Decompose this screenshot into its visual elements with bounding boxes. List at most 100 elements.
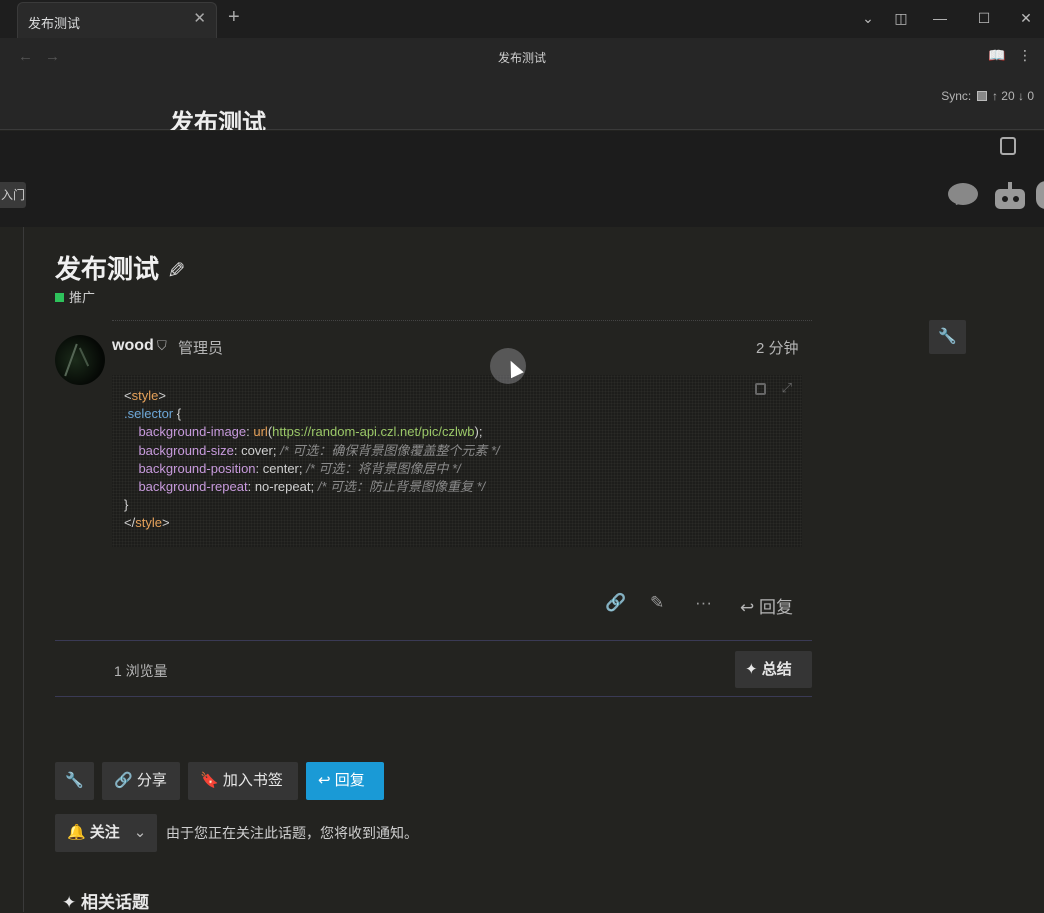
code-token: > bbox=[161, 515, 170, 531]
code-token: style bbox=[131, 388, 159, 403]
link-icon[interactable]: 🔗 bbox=[605, 593, 626, 613]
code-token: < bbox=[124, 388, 132, 403]
sync-down-count: ↓ 0 bbox=[1017, 89, 1034, 103]
post-reply-label: 回复 bbox=[758, 598, 793, 617]
code-token: background-position bbox=[138, 460, 256, 476]
post-date[interactable]: 2 分钟 bbox=[756, 337, 799, 358]
post-username[interactable]: wood bbox=[112, 337, 154, 355]
code-token: background-size bbox=[138, 442, 234, 458]
plugin-icon[interactable] bbox=[1000, 137, 1016, 155]
category-badge[interactable]: 推广 bbox=[55, 287, 95, 306]
edit-pencil-icon[interactable]: ✎ bbox=[650, 593, 664, 613]
link-icon: 🔗 bbox=[114, 772, 133, 789]
code-token: https://random-api.czl.net/pic/czlwb bbox=[272, 424, 475, 440]
code-token: : cover; bbox=[233, 442, 281, 458]
code-token: /* 可选：将背景图像居中 */ bbox=[306, 460, 461, 476]
bookmark-button[interactable]: 🔖 加入书签 bbox=[188, 762, 298, 800]
admin-wrench-button[interactable]: 🔧 bbox=[55, 762, 94, 800]
code-token: /* 可选：防止背景图像重复 */ bbox=[317, 479, 486, 495]
divider bbox=[112, 320, 812, 321]
wrench-icon: 🔧 bbox=[65, 772, 84, 789]
code-token: url bbox=[253, 424, 268, 440]
note-title: 发布测试 bbox=[497, 51, 546, 65]
code-token: background-repeat bbox=[138, 479, 248, 495]
sync-status: Sync: ↑ 20 ↓ 0 bbox=[941, 89, 1034, 103]
category-name: 推广 bbox=[69, 290, 96, 305]
divider bbox=[23, 227, 24, 912]
code-block: <style> .selector { background-image: ur… bbox=[112, 375, 802, 547]
chat-icon[interactable] bbox=[948, 183, 978, 205]
fullscreen-code-icon[interactable]: ⤢ bbox=[782, 380, 792, 396]
tab-close-icon[interactable]: ✕ bbox=[193, 11, 206, 27]
code-token: </ bbox=[124, 515, 136, 531]
code-token: style bbox=[135, 515, 162, 531]
reply-label: 回复 bbox=[334, 772, 365, 789]
sparkle-icon: ✦ bbox=[62, 893, 77, 912]
getting-started-button[interactable]: 入门 bbox=[0, 182, 26, 208]
code-token: : center; bbox=[255, 460, 307, 476]
summarize-label: 总结 bbox=[761, 661, 792, 678]
code-token: { bbox=[173, 406, 182, 422]
more-options-icon[interactable]: ⋮ bbox=[1018, 47, 1032, 64]
reply-arrow-icon: ↩ bbox=[318, 772, 331, 789]
share-button[interactable]: 🔗 分享 bbox=[102, 762, 180, 800]
avatar[interactable] bbox=[55, 335, 105, 385]
bookmark-icon: 🔖 bbox=[200, 772, 219, 789]
tab-bar: 发布测试 ✕ + ⌄ ◫ — ☐ ✕ bbox=[0, 0, 1044, 38]
notification-level: 关注 bbox=[89, 824, 120, 841]
category-color-swatch bbox=[55, 293, 64, 302]
reply-arrow-icon: ↩ bbox=[740, 598, 755, 617]
view-count: 1 浏览量 bbox=[114, 663, 168, 679]
code-content: <style> .selector { background-image: ur… bbox=[124, 387, 500, 533]
copy-code-icon[interactable] bbox=[755, 383, 766, 395]
new-tab-button[interactable]: + bbox=[228, 6, 240, 28]
chevron-down-icon[interactable]: ⌄ bbox=[858, 8, 878, 28]
share-label: 分享 bbox=[136, 772, 167, 789]
summarize-button[interactable]: ✦ 总结 bbox=[735, 651, 812, 688]
note-heading: 发布测试 bbox=[170, 110, 266, 130]
tab-active[interactable]: 发布测试 ✕ bbox=[17, 2, 217, 38]
topic-title-text: 发布测试 bbox=[55, 254, 160, 284]
code-token: } bbox=[124, 497, 129, 513]
more-actions-icon[interactable]: ··· bbox=[695, 593, 712, 613]
user-title: 管理员 bbox=[178, 340, 224, 357]
reading-view-icon[interactable]: 📖 bbox=[988, 47, 1005, 64]
related-title: 相关话题 bbox=[80, 893, 149, 912]
maximize-icon[interactable]: ☐ bbox=[974, 8, 994, 28]
shield-icon: ⛉ bbox=[157, 338, 167, 353]
topic-title[interactable]: 发布测试 ✎ bbox=[55, 249, 185, 286]
close-window-icon[interactable]: ✕ bbox=[1016, 8, 1036, 28]
code-token: /* 可选：确保背景图像覆盖整个元素 */ bbox=[280, 442, 500, 458]
notification-description: 由于您正在关注此话题，您将收到通知。 bbox=[166, 825, 418, 841]
divider bbox=[55, 696, 812, 697]
wrench-icon: 🔧 bbox=[938, 328, 957, 345]
sparkle-icon: ✦ bbox=[745, 661, 758, 678]
code-token: : no-repeat; bbox=[247, 479, 318, 495]
related-topics-heading: ✦ 相关话题 bbox=[62, 888, 149, 913]
ai-bot-icon[interactable] bbox=[993, 181, 1027, 209]
sync-label: Sync: bbox=[941, 89, 972, 103]
tab-title: 发布测试 bbox=[28, 16, 81, 31]
site-header: 入门 bbox=[0, 131, 1044, 227]
reply-button[interactable]: ↩ 回复 bbox=[306, 762, 384, 800]
divider bbox=[55, 640, 812, 641]
code-token: .selector bbox=[124, 406, 174, 422]
sidebar-toggle-icon[interactable]: ◫ bbox=[891, 8, 911, 28]
topic-admin-wrench-button[interactable]: 🔧 bbox=[929, 320, 966, 354]
edit-pencil-icon[interactable]: ✎ bbox=[167, 258, 185, 284]
bookmark-label: 加入书签 bbox=[222, 772, 283, 789]
post-reply-button[interactable]: ↩ 回复 bbox=[740, 593, 793, 618]
notification-level-dropdown[interactable]: 🔔 关注 ⌄ bbox=[55, 814, 157, 852]
chevron-down-icon: ⌄ bbox=[133, 824, 147, 841]
nav-bar: ← → 发布测试 📖 ⋮ bbox=[0, 38, 1044, 76]
note-header: Sync: ↑ 20 ↓ 0 发布测试 bbox=[0, 76, 1044, 130]
sync-up-count: ↑ 20 bbox=[991, 89, 1015, 103]
user-avatar-icon[interactable] bbox=[1036, 181, 1044, 209]
code-token: ); bbox=[474, 424, 483, 440]
code-token: > bbox=[158, 388, 166, 403]
bell-icon: 🔔 bbox=[67, 824, 86, 841]
topic-page: 发布测试 ✎ 推广 wood ⛉ 管理员 2 分钟 <style> .select… bbox=[0, 227, 1044, 912]
sync-status-icon bbox=[976, 91, 987, 101]
minimize-icon[interactable]: — bbox=[930, 8, 950, 28]
code-token: background-image bbox=[138, 424, 247, 440]
